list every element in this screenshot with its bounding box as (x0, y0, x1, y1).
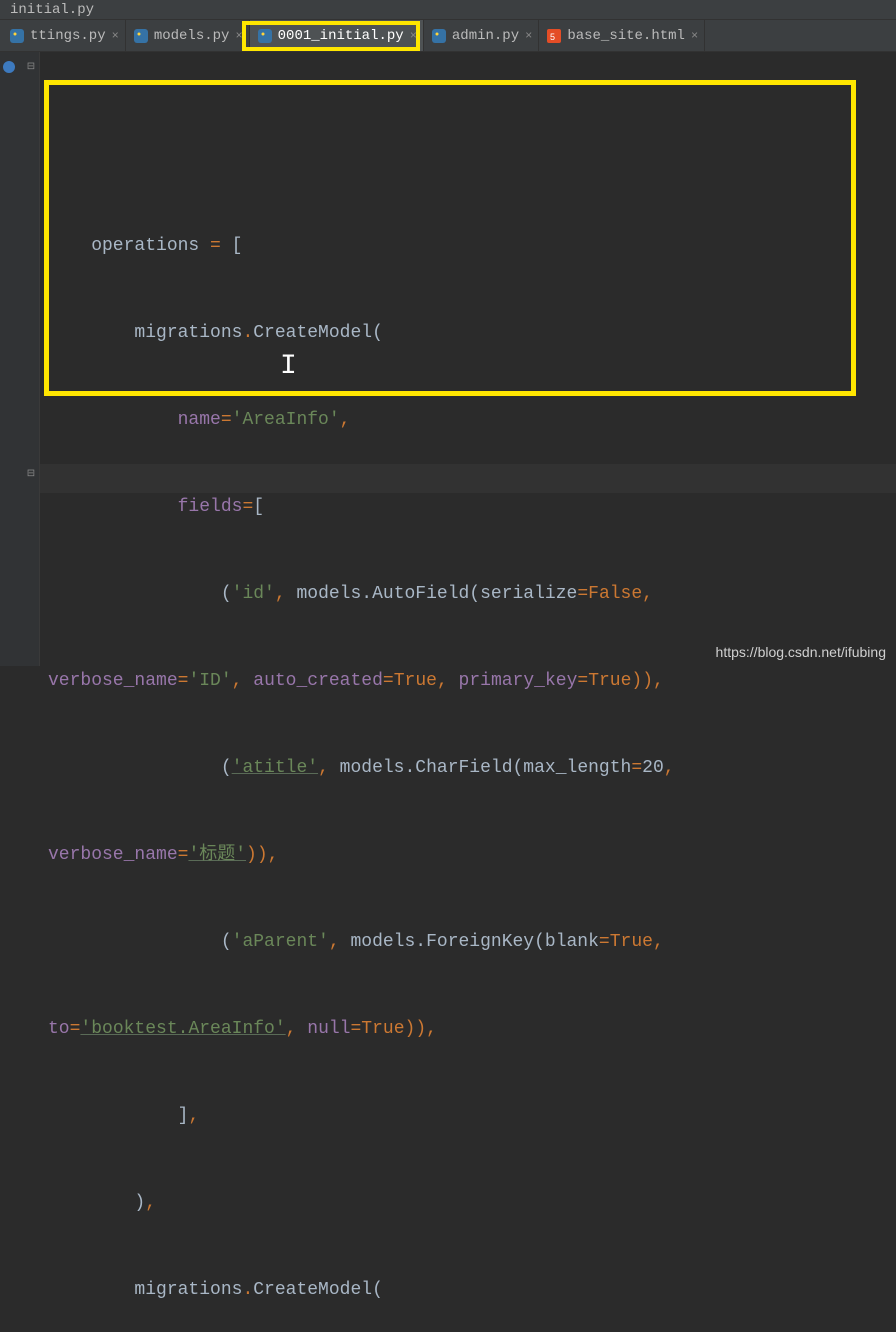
tab-label: 0001_initial.py (278, 28, 404, 44)
code-line: operations = [ (48, 232, 896, 261)
tab-bar: ttings.py × models.py × 0001_initial.py … (0, 20, 896, 52)
html-icon: 5 (547, 29, 561, 43)
fold-icon[interactable]: ⊟ (25, 469, 37, 481)
python-icon (134, 29, 148, 43)
close-icon[interactable]: × (410, 29, 417, 43)
breadcrumb-file: initial.py (10, 2, 94, 18)
editor[interactable]: ⊟ ⊟ operations = [ migrations.CreateMode… (0, 52, 896, 666)
mouse-cursor-icon: I (280, 352, 297, 381)
code-line: verbose_name='ID', auto_created=True, pr… (48, 667, 896, 696)
code-area[interactable]: operations = [ migrations.CreateModel( n… (40, 52, 896, 666)
watermark: https://blog.csdn.net/ifubing (716, 644, 886, 660)
code-line: ('aParent', models.ForeignKey(blank=True… (48, 928, 896, 957)
code-line: fields=[ (48, 493, 896, 522)
svg-text:5: 5 (550, 32, 555, 42)
close-icon[interactable]: × (691, 29, 698, 43)
code-line: name='AreaInfo', (48, 406, 896, 435)
tab-admin[interactable]: admin.py × (424, 20, 539, 51)
caret-line (40, 464, 896, 493)
tab-label: base_site.html (567, 28, 685, 44)
code-line: ('id', models.AutoField(serialize=False, (48, 580, 896, 609)
close-icon[interactable]: × (525, 29, 532, 43)
gutter: ⊟ ⊟ (0, 52, 40, 666)
tab-label: models.py (154, 28, 230, 44)
tab-settings[interactable]: ttings.py × (2, 20, 126, 51)
code-line: ), (48, 1189, 896, 1218)
python-icon (258, 29, 272, 43)
code-line: ('atitle', models.CharField(max_length=2… (48, 754, 896, 783)
tab-models[interactable]: models.py × (126, 20, 250, 51)
python-icon (432, 29, 446, 43)
breadcrumb: initial.py (0, 0, 896, 20)
tab-initial[interactable]: 0001_initial.py × (250, 20, 424, 51)
python-icon (10, 29, 24, 43)
code-line: ], (48, 1102, 896, 1131)
tab-label: ttings.py (30, 28, 106, 44)
run-icon[interactable] (2, 60, 16, 74)
code-line: migrations.CreateModel( (48, 1276, 896, 1305)
code-line: to='booktest.AreaInfo', null=True)), (48, 1015, 896, 1044)
close-icon[interactable]: × (235, 29, 242, 43)
tab-basesite[interactable]: 5 base_site.html × (539, 20, 705, 51)
tab-label: admin.py (452, 28, 519, 44)
code-line: migrations.CreateModel( (48, 319, 896, 348)
code-line: verbose_name='标题')), (48, 841, 896, 870)
fold-icon[interactable]: ⊟ (25, 62, 37, 74)
close-icon[interactable]: × (112, 29, 119, 43)
